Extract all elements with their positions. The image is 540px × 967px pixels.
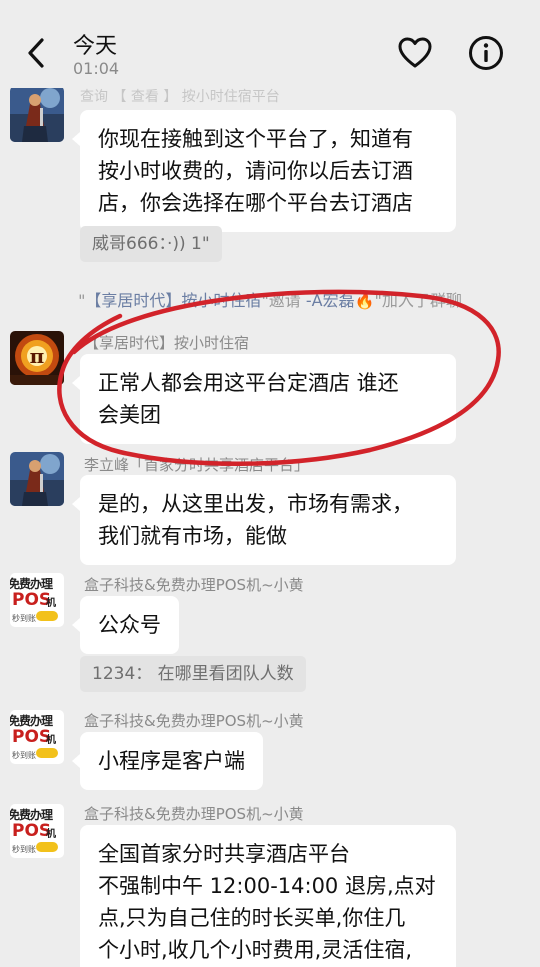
message-bubble-1[interactable]: 你现在接触到这个平台了，知道有 按小时收费的，请问你以后去订酒 店，你会选择在哪… xyxy=(72,110,456,232)
heart-icon[interactable] xyxy=(398,37,432,69)
message-bubble-4[interactable]: 公众号 xyxy=(72,596,179,654)
quote-reply[interactable]: 1234： 在哪里看团队人数 xyxy=(80,656,306,692)
sender-name: 李立峰「首家分时共享酒店平台」 xyxy=(84,456,310,474)
avatar-warrior[interactable] xyxy=(10,86,64,142)
avatar-pi[interactable]: π xyxy=(10,331,64,385)
avatar-pos[interactable]: 免费办理 POS 机 秒到账· xyxy=(10,573,64,627)
pi-symbol: π xyxy=(30,344,45,368)
user-name-link[interactable]: -A宏磊🔥 xyxy=(306,291,375,310)
chat-header: 今天 01:04 xyxy=(0,0,540,88)
quote-voice-reply[interactable]: 威哥666：·)) 1" xyxy=(80,226,222,262)
avatar-pos[interactable]: 免费办理 POS 机 秒到账· xyxy=(10,710,64,764)
message-bubble-6[interactable]: 全国首家分时共享酒店平台 不强制中午 12:00-14:00 退房,点对 点,只… xyxy=(80,825,456,967)
faded-sender-name: 查询 【 查看 】 按小时住宿平台 xyxy=(80,89,280,105)
chat-title: 今天 xyxy=(73,34,118,59)
sender-name: 盒子科技&免费办理POS机~小黄 xyxy=(84,805,304,823)
sender-name: 盒子科技&免费办理POS机~小黄 xyxy=(84,712,304,730)
group-name-link[interactable]: 【享居时代】按小时住宿 xyxy=(85,291,261,310)
chat-subtitle-time: 01:04 xyxy=(73,59,120,78)
info-icon[interactable] xyxy=(468,35,504,71)
message-bubble-2[interactable]: 正常人都会用这平台定酒店 谁还 会美团 xyxy=(72,354,456,444)
chevron-left-icon[interactable] xyxy=(22,36,52,70)
sender-name: 盒子科技&免费办理POS机~小黄 xyxy=(84,576,304,594)
message-bubble-5[interactable]: 小程序是客户端 xyxy=(72,732,263,790)
system-join-notice: "【享居时代】按小时住宿"邀请 -A宏磊🔥"加入了群聊 xyxy=(78,291,462,310)
avatar-warrior[interactable] xyxy=(10,452,64,506)
sender-name: 【享居时代】按小时住宿 xyxy=(84,334,250,352)
avatar-pos[interactable]: 免费办理 POS 机 秒到账· xyxy=(10,804,64,858)
message-bubble-3[interactable]: 是的，从这里出发，市场有需求， 我们就有市场，能做 xyxy=(72,475,456,565)
